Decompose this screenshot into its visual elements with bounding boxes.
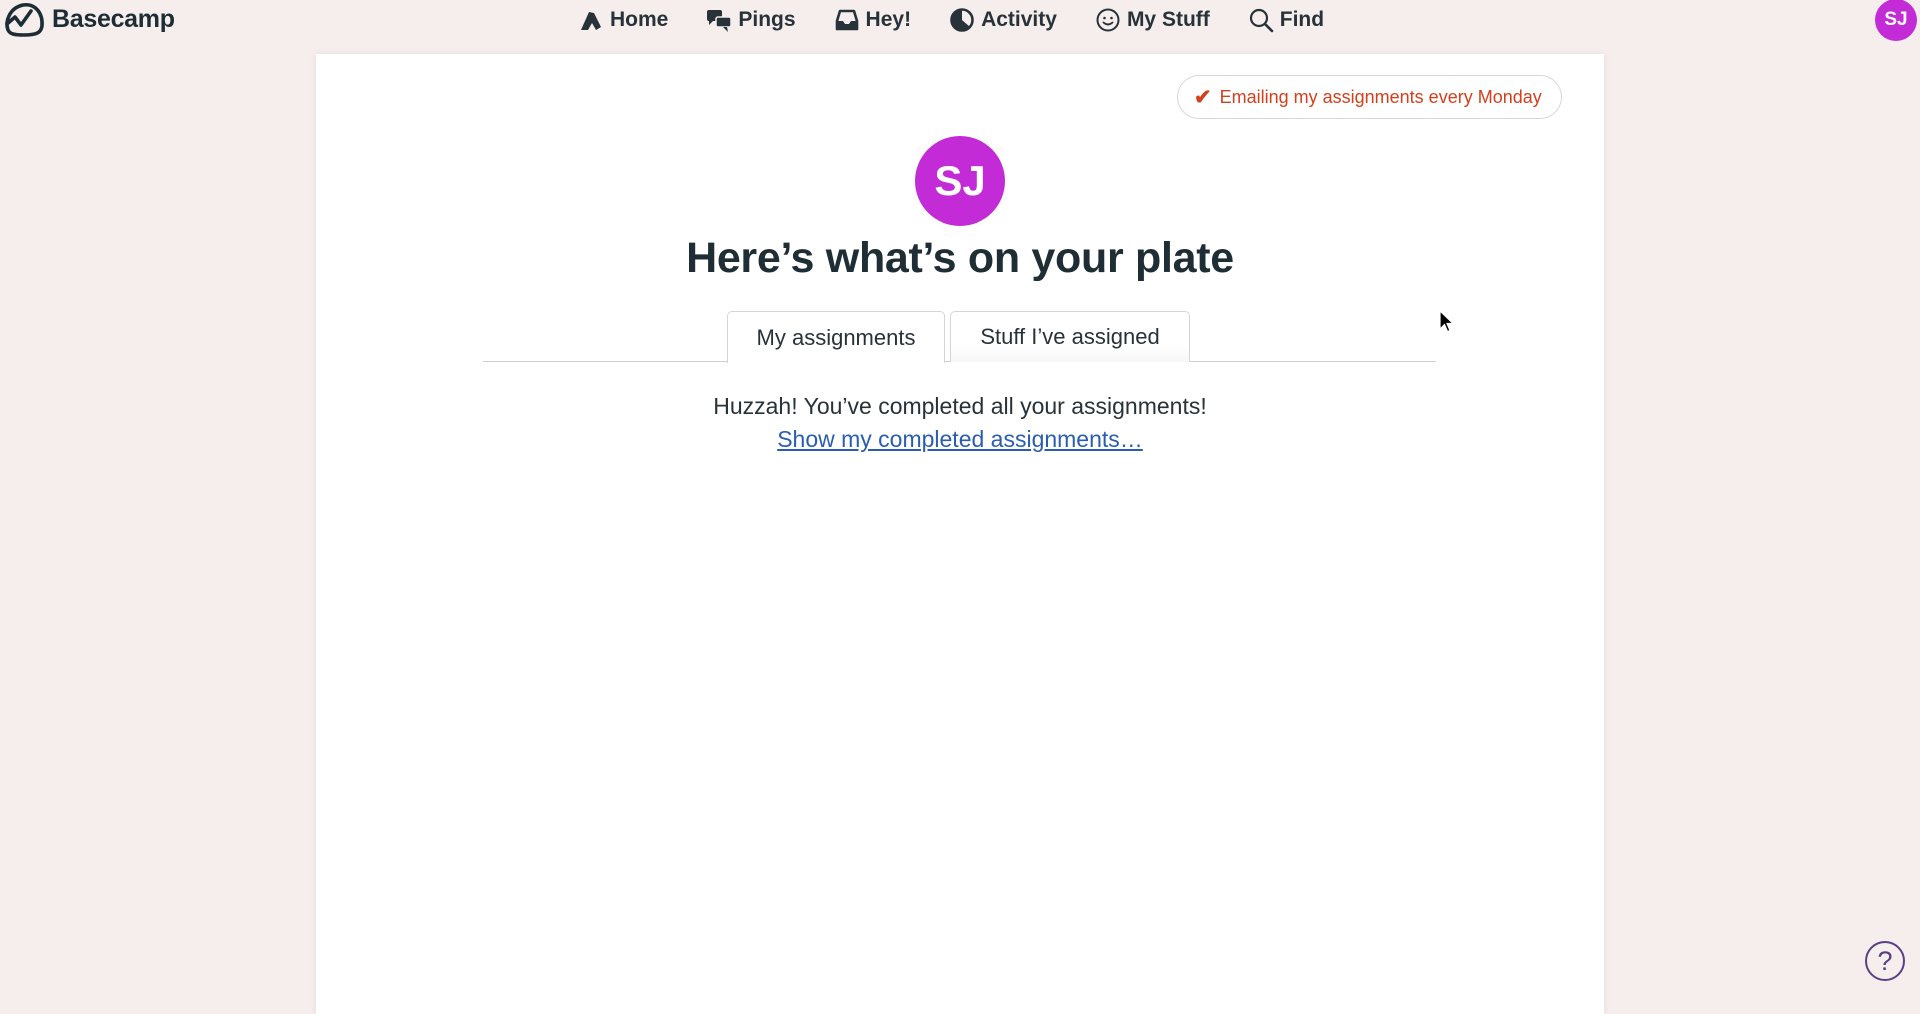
user-avatar: SJ [915, 136, 1005, 226]
empty-state-message: Huzzah! You’ve completed all your assign… [713, 393, 1207, 419]
tab-stuff-ive-assigned[interactable]: Stuff I’ve assigned [950, 311, 1190, 362]
pings-icon [707, 10, 733, 32]
completed-link-wrapper: Show my completed assignments… [316, 426, 1604, 453]
inbox-icon [835, 9, 858, 31]
smiley-icon [1096, 8, 1120, 32]
page-title: Here’s what’s on your plate [686, 234, 1234, 282]
nav-my-stuff-label: My Stuff [1126, 8, 1210, 31]
mouse-cursor-icon [1439, 310, 1455, 333]
nav-find-label: Find [1279, 8, 1325, 31]
activity-icon [950, 8, 974, 32]
nav-activity-label: Activity [981, 8, 1057, 31]
search-icon [1249, 8, 1274, 33]
nav-hey-label: Hey! [865, 8, 912, 31]
basecamp-logo-icon [5, 3, 44, 37]
user-avatar-menu[interactable]: SJ [1875, 0, 1917, 41]
home-icon [581, 12, 601, 30]
nav-my-stuff[interactable]: My Stuff [1095, 7, 1210, 33]
basecamp-logo[interactable]: Basecamp [2, 0, 175, 38]
nav-home-label: Home [610, 8, 669, 31]
help-button[interactable]: ? [1865, 941, 1905, 981]
checkmark-icon: ✔ [1194, 85, 1212, 109]
email-assignments-toggle[interactable]: ✔ Emailing my assignments every Monday [1177, 75, 1562, 119]
nav-pings-label: Pings [738, 8, 796, 31]
nav-pings[interactable]: Pings [706, 7, 796, 33]
top-navigation-bar: Basecamp Home Pings Hey! Activity My Stu… [0, 0, 1920, 42]
email-assignments-label: Emailing my assignments every Monday [1219, 86, 1542, 107]
nav-activity[interactable]: Activity [949, 7, 1057, 33]
app-name: Basecamp [52, 4, 175, 33]
nav-find[interactable]: Find [1248, 7, 1324, 33]
nav-home[interactable]: Home [578, 7, 668, 33]
show-completed-assignments-link[interactable]: Show my completed assignments… [777, 426, 1143, 452]
tab-my-assignments[interactable]: My assignments [727, 311, 945, 363]
nav-hey[interactable]: Hey! [834, 7, 912, 33]
main-card: ✔ Emailing my assignments every Monday S… [316, 54, 1604, 1014]
main-nav: Home Pings Hey! Activity My Stuff Find [578, 0, 1362, 40]
